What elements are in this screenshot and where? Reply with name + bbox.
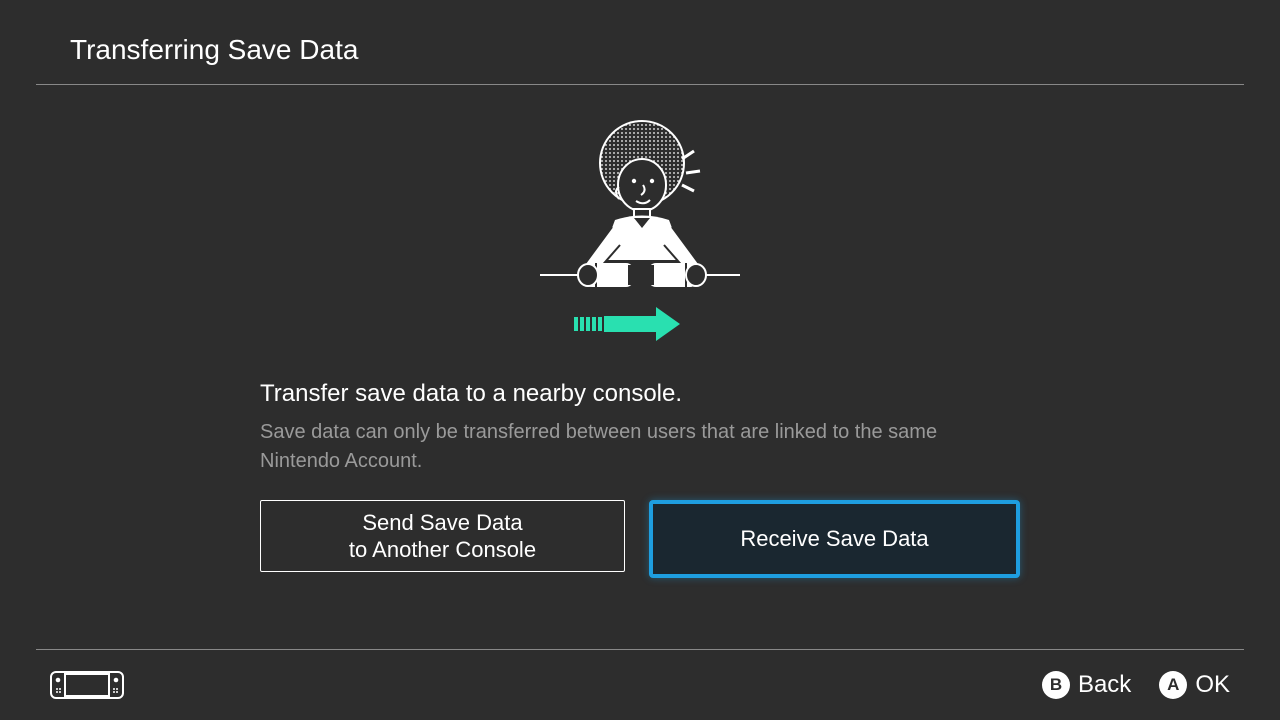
ok-hint[interactable]: A OK — [1159, 671, 1230, 699]
headline-text: Transfer save data to a nearby console. — [260, 380, 1020, 408]
back-hint[interactable]: B Back — [1042, 671, 1131, 699]
transfer-arrow-icon — [574, 307, 680, 341]
header: Transferring Save Data — [0, 0, 1280, 84]
button-hints: B Back A OK — [1042, 671, 1230, 699]
sub-text: Save data can only be transferred betwee… — [260, 418, 1020, 476]
send-save-data-button[interactable]: Send Save Data to Another Console — [260, 500, 625, 572]
description-block: Transfer save data to a nearby console. … — [260, 380, 1020, 476]
a-button-icon: A — [1159, 671, 1187, 699]
receive-save-data-button[interactable]: Receive Save Data — [649, 500, 1020, 578]
main-content: Transfer save data to a nearby console. … — [0, 85, 1280, 578]
controller-icon — [50, 669, 124, 701]
ok-label: OK — [1195, 671, 1230, 699]
transfer-illustration — [540, 115, 740, 350]
footer: B Back A OK — [0, 650, 1280, 720]
option-buttons: Send Save Data to Another Console Receiv… — [260, 500, 1020, 578]
page-title: Transferring Save Data — [70, 34, 1280, 66]
back-label: Back — [1078, 671, 1131, 699]
b-button-icon: B — [1042, 671, 1070, 699]
